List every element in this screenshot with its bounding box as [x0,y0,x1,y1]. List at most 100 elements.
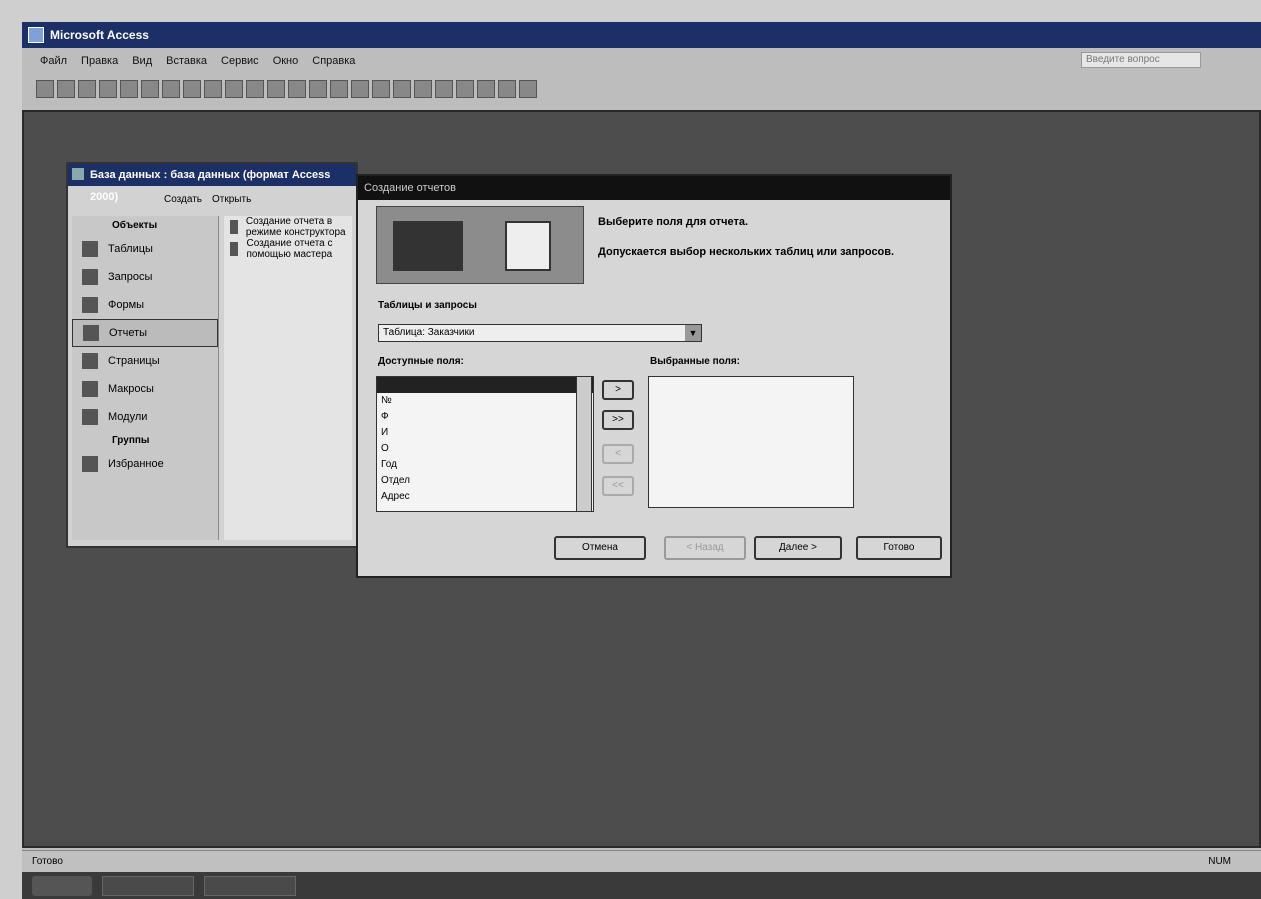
menu-insert[interactable]: Вставка [166,55,207,67]
object-label: Макросы [108,383,154,395]
menu-view[interactable]: Вид [132,55,152,67]
toolbar-button-icon[interactable] [456,80,474,98]
toolbar-button-icon[interactable] [309,80,327,98]
favorites-icon [82,456,98,472]
open-object-button[interactable]: Открыть [212,194,251,205]
help-search-input[interactable]: Введите вопрос [1081,52,1201,68]
list-item[interactable]: И [377,425,593,441]
standard-toolbar [22,76,537,102]
next-button[interactable]: Далее > [754,536,842,560]
form-icon [82,297,98,313]
group-label: Избранное [108,458,164,470]
app-title: Microsoft Access [50,28,149,42]
toolbar-button-icon[interactable] [246,80,264,98]
menu-help[interactable]: Справка [312,55,355,67]
add-all-fields-button[interactable]: >> [602,410,634,430]
new-object-button[interactable]: Создать [164,194,202,205]
object-macros[interactable]: Макросы [72,375,218,403]
start-button[interactable] [32,875,92,896]
toolbar-button-icon[interactable] [372,80,390,98]
selected-fields-list[interactable] [648,376,854,508]
toolbar-button-icon[interactable] [204,80,222,98]
object-tables[interactable]: Таблицы [72,235,218,263]
dialog-title: Создание отчетов [358,176,950,200]
table-select[interactable]: Таблица: Заказчики ▼ [378,324,702,342]
toolbar-button-icon[interactable] [36,80,54,98]
list-item[interactable]: Создание отчета с помощью мастера [224,238,352,260]
object-forms[interactable]: Формы [72,291,218,319]
list-item[interactable]: Год [377,457,593,473]
dialog-subheading: Допускается выбор нескольких таблиц или … [598,246,895,258]
available-fields-list[interactable]: № Ф И О Год Отдел Адрес [376,376,594,512]
title-bar: Microsoft Access [22,22,1261,48]
toolbar-button-icon[interactable] [183,80,201,98]
object-reports[interactable]: Отчеты [72,319,218,347]
available-fields-scrollbar[interactable] [576,376,592,512]
toolbar-button-icon[interactable] [99,80,117,98]
tables-graphic [393,221,463,271]
remove-field-button[interactable]: < [602,444,634,464]
taskbar [22,872,1261,899]
wizard-icon [230,242,239,256]
toolbar-button-icon[interactable] [288,80,306,98]
toolbar-button-icon[interactable] [78,80,96,98]
toolbar-button-icon[interactable] [225,80,243,98]
menu-window[interactable]: Окно [273,55,299,67]
list-item[interactable]: О [377,441,593,457]
database-icon [72,168,84,180]
list-item[interactable]: Ф [377,409,593,425]
objects-header[interactable]: Объекты [72,216,218,235]
table-select-value: Таблица: Заказчики [383,327,475,338]
query-icon [82,269,98,285]
macro-icon [82,381,98,397]
list-item[interactable]: Создание отчета в режиме конструктора [224,216,352,238]
access-window: Microsoft Access Файл Правка Вид Вставка… [22,22,1261,899]
toolbar-button-icon[interactable] [435,80,453,98]
taskbar-item[interactable] [102,875,194,896]
toolbar-button-icon[interactable] [57,80,75,98]
toolbar-button-icon[interactable] [120,80,138,98]
object-pages[interactable]: Страницы [72,347,218,375]
report-wizard-dialog: Создание отчетов Выберите поля для отчет… [356,174,952,578]
toolbar-button-icon[interactable] [330,80,348,98]
table-icon [82,241,98,257]
menu-tools[interactable]: Сервис [221,55,259,67]
toolbar-button-icon[interactable] [393,80,411,98]
menu-file[interactable]: Файл [40,55,67,67]
toolbar-button-icon[interactable] [141,80,159,98]
finish-button[interactable]: Готово [856,536,942,560]
object-label: Таблицы [108,243,153,255]
add-field-button[interactable]: > [602,380,634,400]
entry-label: Создание отчета с помощью мастера [246,238,333,260]
toolbar-button-icon[interactable] [477,80,495,98]
available-fields-label: Доступные поля: [378,356,464,367]
group-favorites[interactable]: Избранное [72,450,218,478]
entry-label: Создание отчета в режиме конструктора [245,216,346,238]
object-list: Создание отчета в режиме конструктора Со… [224,216,352,540]
list-item[interactable]: Адрес [377,489,593,505]
list-item[interactable]: № [377,393,593,409]
list-item[interactable] [377,377,593,393]
list-item[interactable]: Отдел [377,473,593,489]
object-label: Модули [108,411,148,423]
cancel-button[interactable]: Отмена [554,536,646,560]
back-button[interactable]: < Назад [664,536,746,560]
status-text: Готово [32,856,63,867]
toolbar-button-icon[interactable] [414,80,432,98]
toolbar-button-icon[interactable] [162,80,180,98]
object-modules[interactable]: Модули [72,403,218,431]
chevron-down-icon[interactable]: ▼ [685,325,701,341]
toolbar-button-icon[interactable] [351,80,369,98]
toolbar-button-icon[interactable] [267,80,285,98]
groups-header[interactable]: Группы [72,431,218,450]
remove-all-fields-button[interactable]: << [602,476,634,496]
object-queries[interactable]: Запросы [72,263,218,291]
table-label: Таблицы и запросы [378,300,477,311]
dialog-heading: Выберите поля для отчета. [598,216,749,228]
module-icon [82,409,98,425]
objects-bar: Объекты Таблицы Запросы Формы Отчеты Стр… [72,216,219,540]
toolbar-button-icon[interactable] [498,80,516,98]
toolbar-button-icon[interactable] [519,80,537,98]
menu-edit[interactable]: Правка [81,55,118,67]
taskbar-item[interactable] [204,875,296,896]
